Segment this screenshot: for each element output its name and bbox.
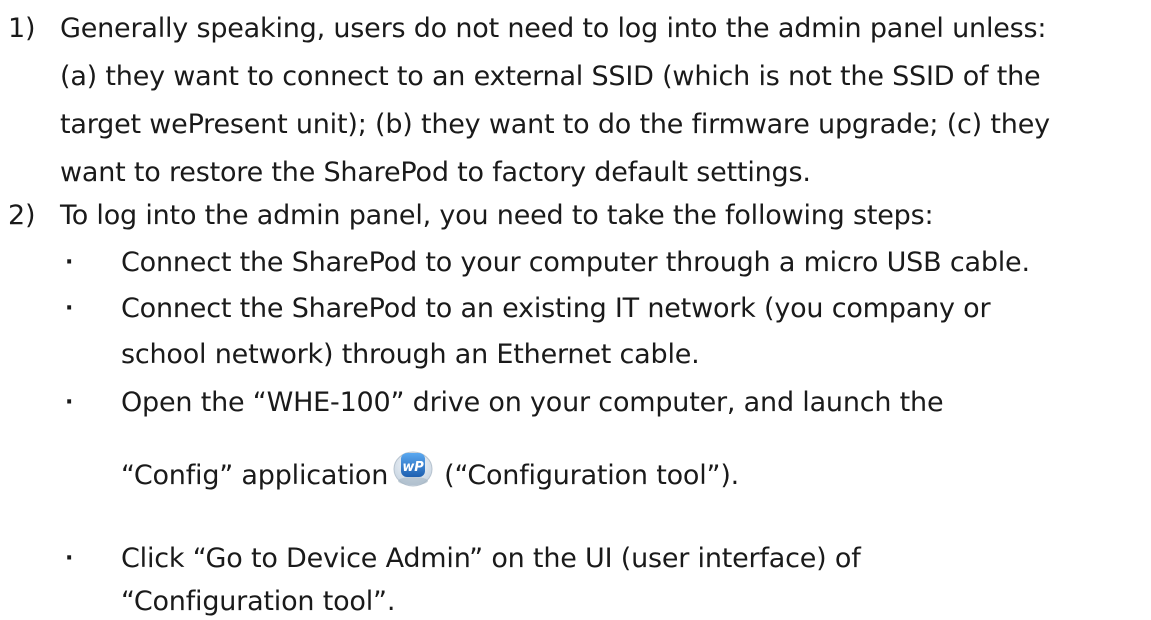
bullet-4-marker: ·: [65, 546, 74, 571]
list-number-1: 1): [8, 13, 36, 44]
item2-line1: To log into the admin panel, you need to…: [60, 200, 934, 231]
document-page: 1) Generally speaking, users do not need…: [0, 0, 1151, 617]
bullet-3-config-tool-text: (“Configuration tool”).: [444, 460, 740, 491]
bullet-2-line1: Connect the SharePod to an existing IT n…: [121, 293, 991, 324]
wepresent-config-app-icon: wP: [392, 448, 434, 488]
bullet-3-line2: “Config” application wP (“Configuration …: [121, 448, 739, 494]
item1-line2: (a) they want to connect to an external …: [60, 61, 1041, 92]
bullet-4-line2: “Configuration tool”.: [121, 586, 396, 617]
item1-line4: want to restore the SharePod to factory …: [60, 157, 811, 188]
item1-line3: target wePresent unit); (b) they want to…: [60, 109, 1050, 140]
bullet-3-line1: Open the “WHE-100” drive on your compute…: [121, 387, 944, 418]
bullet-2-line2: school network) through an Ethernet cabl…: [121, 339, 700, 370]
bullet-4-line1: Click “Go to Device Admin” on the UI (us…: [121, 543, 861, 574]
icon-text: wP: [403, 460, 425, 475]
item1-line1: Generally speaking, users do not need to…: [60, 13, 1047, 44]
bullet-1-text: Connect the SharePod to your computer th…: [121, 247, 1030, 278]
bullet-2-marker: ·: [65, 296, 74, 321]
bullet-1-marker: ·: [65, 250, 74, 275]
bullet-3-marker: ·: [65, 390, 74, 415]
bullet-3-config-text: “Config” application: [121, 460, 389, 491]
list-number-2: 2): [8, 200, 36, 231]
